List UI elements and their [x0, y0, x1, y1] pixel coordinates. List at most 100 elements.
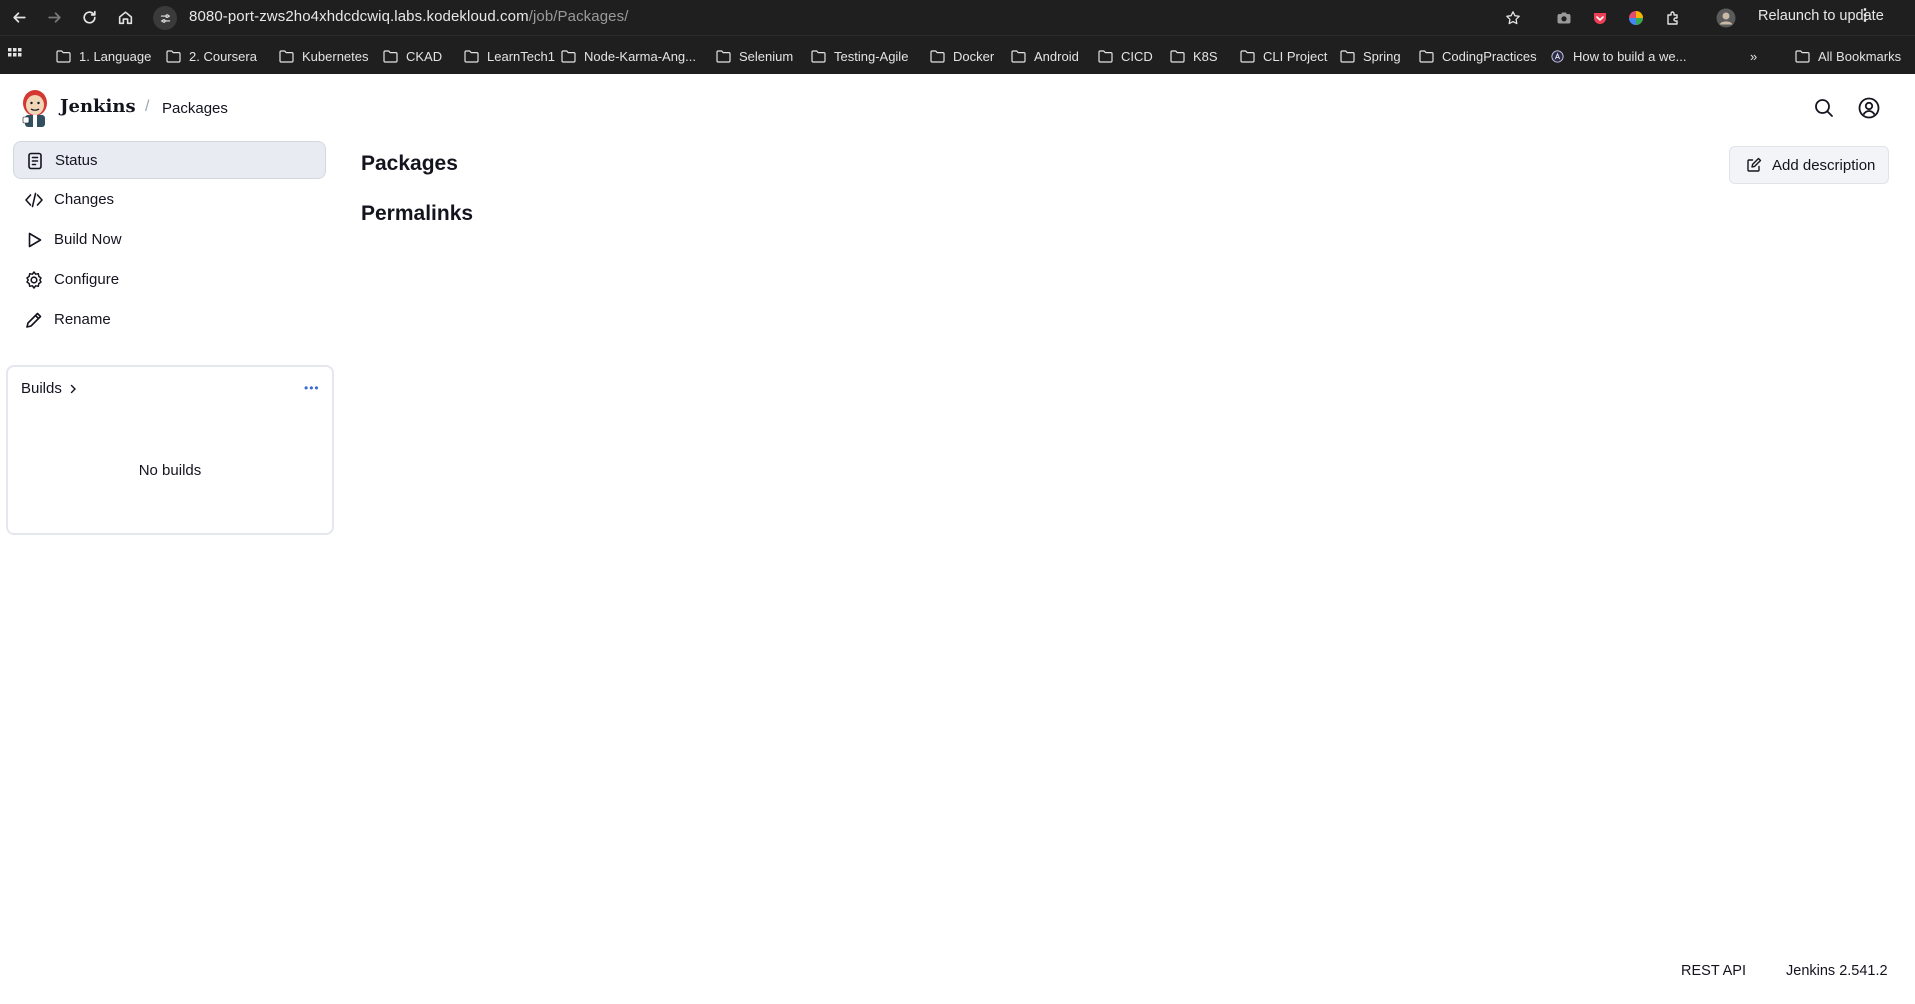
bookmark-item[interactable]: 2. Coursera	[166, 46, 257, 66]
rest-api-link[interactable]: REST API	[1681, 963, 1746, 979]
bookmark-star-icon[interactable]	[1503, 8, 1523, 28]
bookmark-item[interactable]: 1. Language	[56, 46, 151, 66]
builds-title: Builds	[21, 380, 62, 397]
sidebar-item-build-now[interactable]: Build Now	[13, 221, 326, 259]
bookmark-label: 2. Coursera	[189, 48, 257, 64]
url-path: /job/Packages/	[528, 8, 629, 25]
folder-icon	[1240, 49, 1255, 63]
bookmark-item[interactable]: CKAD	[383, 46, 442, 66]
add-description-button[interactable]: Add description	[1729, 146, 1889, 184]
breadcrumb-packages[interactable]: Packages	[162, 100, 228, 117]
jenkins-header: Jenkins / Packages	[0, 74, 1915, 144]
builds-widget: Builds ••• No builds	[6, 365, 334, 535]
pocket-icon[interactable]	[1590, 8, 1610, 28]
document-icon	[28, 152, 42, 170]
user-account-icon[interactable]	[1857, 96, 1881, 120]
folder-icon	[56, 49, 71, 63]
home-button[interactable]	[108, 0, 142, 34]
add-description-label: Add description	[1772, 156, 1876, 174]
arrow-right-icon	[47, 11, 61, 23]
play-icon	[28, 232, 42, 248]
sidebar-item-configure[interactable]: Configure	[13, 261, 326, 299]
bookmark-item[interactable]: LearnTech1	[464, 46, 555, 66]
bookmark-item[interactable]: Selenium	[716, 46, 793, 66]
bookmark-label: LearnTech1	[487, 48, 555, 64]
gear-icon	[26, 271, 42, 289]
folder-icon	[1098, 49, 1113, 63]
breadcrumb-separator: /	[145, 98, 150, 115]
folder-icon	[383, 49, 398, 63]
bookmark-label: CKAD	[406, 48, 443, 64]
browser-toolbar: 8080-port-zws2ho4xhdcdcwiq.labs.kodeklou…	[0, 0, 1915, 35]
sidebar-item-label: Rename	[54, 311, 111, 328]
arrow-left-icon	[12, 11, 26, 23]
address-bar[interactable]: 8080-port-zws2ho4xhdcdcwiq.labs.kodeklou…	[153, 4, 1525, 31]
jenkins-home-link[interactable]: Jenkins	[60, 96, 136, 117]
bookmark-item[interactable]: CLI Project	[1240, 46, 1327, 66]
bookmark-label: Selenium	[739, 48, 794, 64]
url-host: 8080-port-zws2ho4xhdcdcwiq.labs.kodeklou…	[189, 8, 529, 25]
bookmark-item[interactable]: How to build a we...	[1550, 46, 1686, 66]
bookmark-item[interactable]: Kubernetes	[279, 46, 369, 66]
sidebar-item-label: Status	[55, 152, 98, 169]
forward-button[interactable]	[37, 0, 71, 34]
pencil-icon	[26, 312, 42, 328]
bookmark-label: CLI Project	[1263, 48, 1328, 64]
camera-icon[interactable]	[1554, 8, 1574, 28]
extensions-puzzle-icon[interactable]	[1663, 8, 1683, 28]
search-icon[interactable]	[1812, 96, 1836, 120]
site-favicon-icon	[1551, 49, 1564, 63]
bookmark-label: How to build a we...	[1573, 48, 1687, 64]
bookmark-label: Node-Karma-Ang...	[584, 48, 696, 64]
bookmark-label: Kubernetes	[302, 48, 369, 64]
reload-button[interactable]	[72, 0, 106, 34]
bookmark-item[interactable]: K8S	[1170, 46, 1218, 66]
all-bookmarks-label: All Bookmarks	[1818, 48, 1902, 64]
bookmark-label: Android	[1034, 48, 1079, 64]
code-icon	[25, 192, 43, 208]
color-picker-icon[interactable]	[1626, 8, 1646, 28]
bookmark-item[interactable]: Docker	[930, 46, 994, 66]
sidebar-item-label: Build Now	[54, 231, 122, 248]
site-info-icon[interactable]	[153, 6, 177, 30]
bookmarks-overflow-button[interactable]: »	[1750, 46, 1757, 66]
edit-icon	[1747, 157, 1762, 172]
folder-icon	[464, 49, 479, 63]
folder-icon	[279, 49, 294, 63]
sidebar-item-status[interactable]: Status	[13, 141, 326, 179]
home-icon	[118, 10, 132, 24]
bookmark-item[interactable]: Spring	[1340, 46, 1401, 66]
folder-icon	[716, 49, 731, 63]
sidebar-item-rename[interactable]: Rename	[13, 301, 326, 339]
builds-more-button[interactable]: •••	[304, 381, 320, 395]
bookmark-label: 1. Language	[79, 48, 152, 64]
builds-link[interactable]: Builds	[21, 380, 79, 397]
bookmark-item[interactable]: Android	[1011, 46, 1079, 66]
folder-icon	[166, 49, 181, 63]
bookmark-label: K8S	[1193, 48, 1218, 64]
bookmark-label: Docker	[953, 48, 995, 64]
bookmark-item[interactable]: CICD	[1098, 46, 1153, 66]
bookmark-item[interactable]: Testing-Agile	[811, 46, 908, 66]
bookmark-label: Spring	[1363, 48, 1401, 64]
bookmark-item[interactable]: Node-Karma-Ang...	[561, 46, 696, 66]
jenkins-version-button[interactable]: Jenkins 2.541.2	[1786, 963, 1888, 979]
folder-icon	[1795, 49, 1810, 63]
folder-icon	[1340, 49, 1355, 63]
permalinks-heading: Permalinks	[361, 202, 474, 225]
profile-avatar-icon[interactable]	[1716, 8, 1736, 28]
bookmark-item[interactable]: CodingPractices	[1419, 46, 1537, 66]
overflow-label: »	[1750, 48, 1758, 64]
sidebar-item-changes[interactable]: Changes	[13, 181, 326, 219]
sidebar-item-label: Changes	[54, 191, 115, 208]
folder-icon	[811, 49, 826, 63]
sidebar-item-label: Configure	[54, 271, 120, 288]
apps-grid-icon[interactable]	[8, 48, 22, 62]
all-bookmarks-button[interactable]: All Bookmarks	[1795, 46, 1901, 66]
back-button[interactable]	[2, 0, 36, 34]
folder-icon	[1170, 49, 1185, 63]
reload-icon	[82, 10, 96, 24]
browser-menu-icon[interactable]: ⋮	[1857, 8, 1873, 24]
jenkins-logo-icon[interactable]	[20, 88, 50, 128]
chevron-right-icon	[70, 384, 76, 393]
